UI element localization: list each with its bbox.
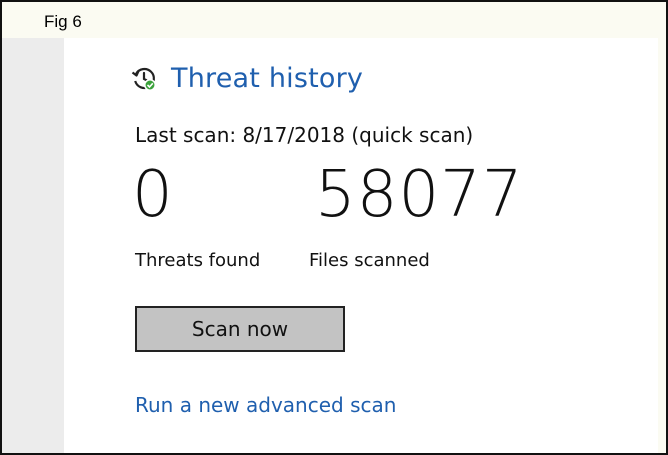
figure-label: Fig 6 <box>44 12 82 31</box>
files-scanned-count: 58077 <box>315 158 524 232</box>
title-row: Threat history <box>131 63 363 94</box>
figure-frame: Fig 6 Threat history Last scan: 8/17/201… <box>0 0 668 455</box>
page-title: Threat history <box>171 63 364 94</box>
files-scanned-label: Files scanned <box>309 250 430 271</box>
last-scan-info: Last scan: 8/17/2018 (quick scan) <box>135 123 474 147</box>
threats-found-label: Threats found <box>135 250 261 271</box>
nav-strip <box>2 38 64 453</box>
threats-found-count: 0 <box>132 158 173 232</box>
threat-history-panel: Threat history Last scan: 8/17/2018 (qui… <box>64 38 658 453</box>
history-clock-icon <box>131 66 157 92</box>
scan-now-button[interactable]: Scan now <box>135 306 345 352</box>
advanced-scan-link[interactable]: Run a new advanced scan <box>135 393 396 417</box>
